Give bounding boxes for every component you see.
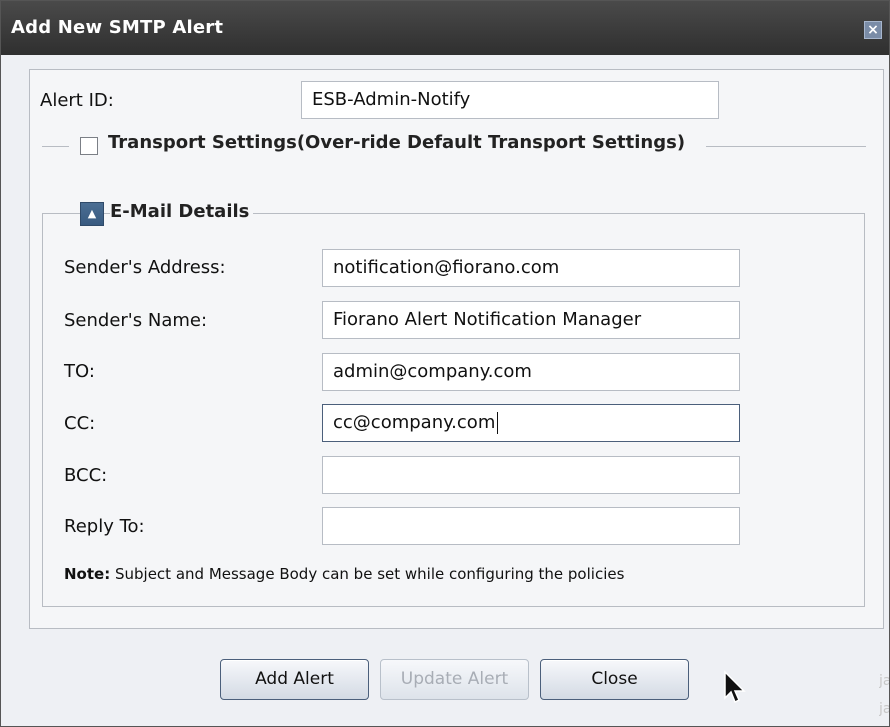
note-text: Subject and Message Body can be set whil… — [114, 565, 625, 583]
sender-name-label: Sender's Name: — [64, 310, 208, 331]
sender-address-input[interactable]: notification@fiorano.com — [322, 249, 740, 287]
dialog-title: Add New SMTP Alert — [11, 17, 224, 38]
collapse-up-icon[interactable]: ▲ — [80, 202, 104, 226]
reply-to-label: Reply To: — [64, 516, 145, 537]
update-alert-button[interactable]: Update Alert — [380, 659, 529, 700]
close-button[interactable]: Close — [540, 659, 689, 700]
transport-divider-right — [706, 146, 866, 147]
note-prefix: Note: — [64, 565, 111, 583]
bcc-label: BCC: — [64, 465, 108, 486]
to-label: TO: — [64, 361, 95, 382]
title-bar: Add New SMTP Alert × — [1, 1, 889, 55]
to-input[interactable]: admin@company.com — [322, 353, 740, 391]
smtp-alert-dialog: Add New SMTP Alert × Alert ID: ESB-Admin… — [0, 0, 890, 727]
transport-settings-label: Transport Settings(Over-ride Default Tra… — [108, 132, 690, 153]
add-alert-button[interactable]: Add Alert — [220, 659, 369, 700]
background-edge-text: ja ja — [879, 667, 889, 727]
text-caret — [497, 412, 499, 434]
transport-settings-checkbox[interactable] — [80, 137, 98, 155]
configuration-note: Note: Subject and Message Body can be se… — [64, 565, 624, 583]
bcc-input[interactable] — [322, 456, 740, 494]
sender-name-input[interactable]: Fiorano Alert Notification Manager — [322, 301, 740, 339]
edge-text-top: ja — [879, 673, 889, 689]
reply-to-input[interactable] — [322, 507, 740, 545]
sender-address-label: Sender's Address: — [64, 257, 226, 278]
alert-form-panel: Alert ID: ESB-Admin-Notify Transport Set… — [29, 69, 884, 629]
transport-divider-left — [42, 146, 69, 147]
edge-text-bottom: ja — [879, 701, 889, 717]
cc-input[interactable]: cc@company.com — [322, 404, 740, 442]
alert-id-input[interactable]: ESB-Admin-Notify — [301, 81, 719, 119]
email-details-label: E-Mail Details — [110, 201, 254, 222]
cc-input-value: cc@company.com — [333, 412, 496, 433]
alert-id-label: Alert ID: — [40, 90, 114, 111]
mouse-pointer-icon — [724, 670, 746, 704]
close-icon[interactable]: × — [864, 21, 882, 39]
cc-label: CC: — [64, 413, 96, 434]
